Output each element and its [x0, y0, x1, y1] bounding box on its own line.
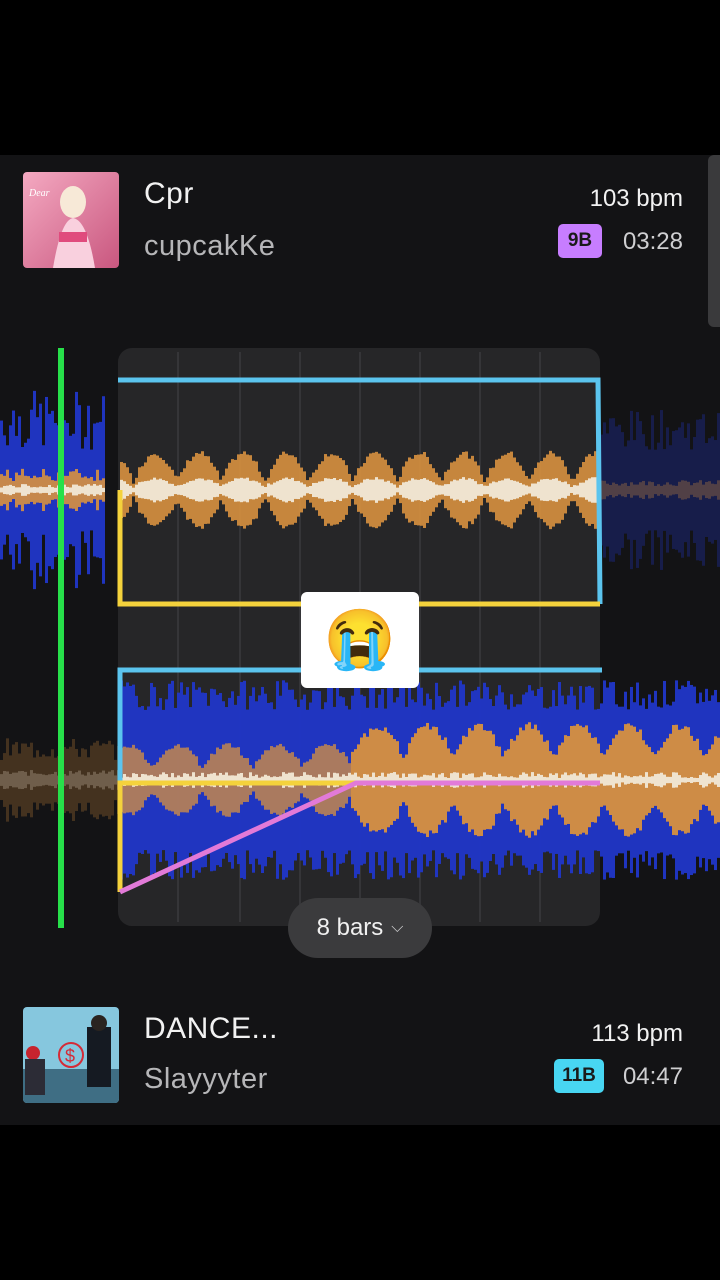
crying-face-icon: 😭: [323, 607, 397, 672]
reaction-sticker: 😭: [301, 592, 419, 688]
album-art-bottom: $: [23, 1007, 119, 1103]
svg-text:$: $: [65, 1046, 75, 1066]
bars-length-dropdown[interactable]: 8 bars ⌵: [288, 898, 432, 958]
bars-length-label: 8 bars: [316, 914, 384, 941]
chevron-down-icon: ⌵: [391, 919, 404, 936]
track-row-bottom[interactable]: $ DANCE... Slayyyter 113 bpm 11B 04:47: [0, 990, 720, 1103]
track-artist: Slayyyter: [144, 1063, 268, 1095]
playhead[interactable]: [58, 348, 64, 928]
key-badge: 11B: [554, 1059, 604, 1093]
waveform-track-bottom: [0, 680, 720, 880]
track-title: DANCE...: [144, 1012, 279, 1045]
track-bpm: 113 bpm: [591, 1020, 683, 1047]
track-duration: 04:47: [622, 1063, 683, 1090]
